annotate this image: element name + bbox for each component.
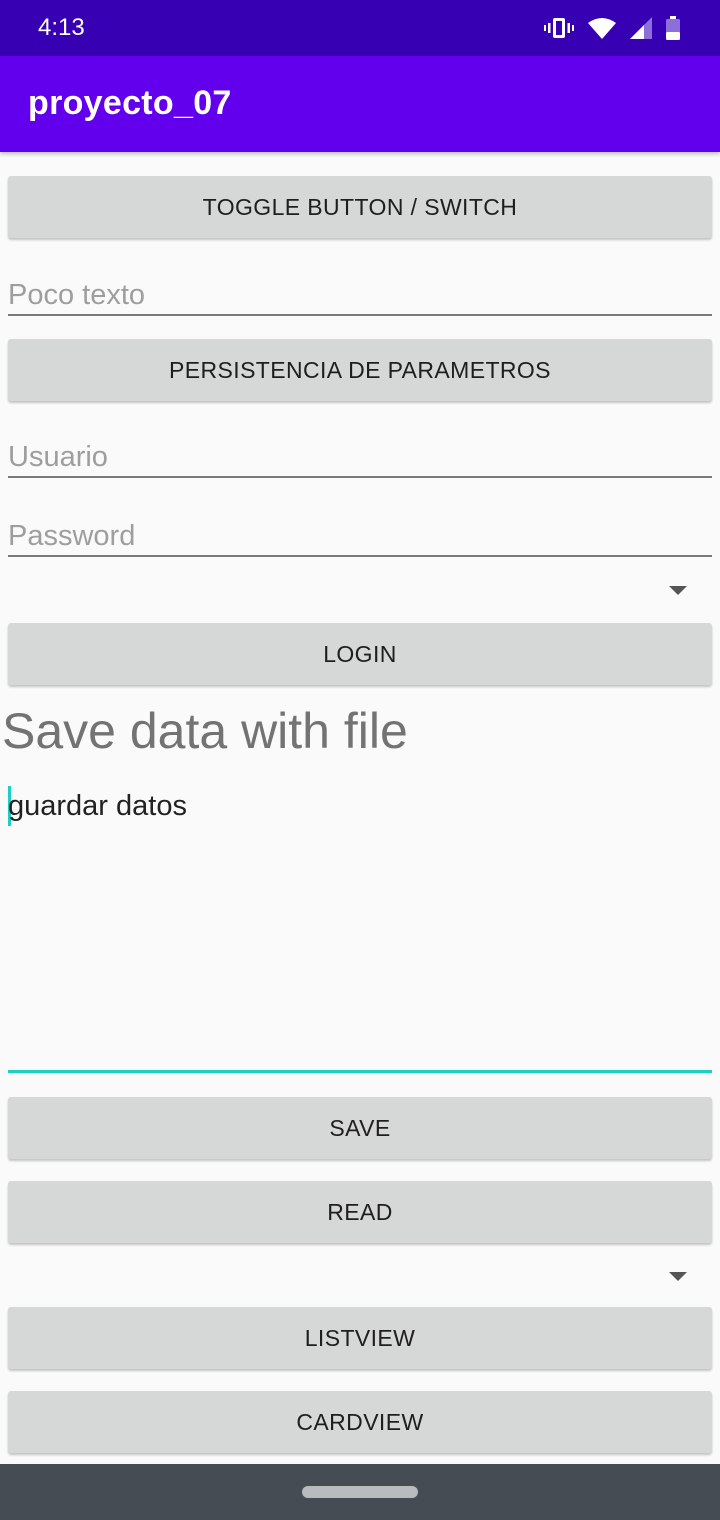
status-icons: [544, 15, 680, 41]
usuario-input[interactable]: [8, 441, 712, 474]
toggle-button-switch-button[interactable]: TOGGLE BUTTON / SWITCH: [8, 176, 712, 238]
battery-icon: [666, 16, 680, 40]
cardview-button[interactable]: CARDVIEW: [8, 1391, 712, 1453]
status-bar: 4:13: [0, 0, 720, 56]
password-field: [8, 505, 712, 557]
file-text-value: guardar datos: [8, 790, 187, 822]
save-button[interactable]: SAVE: [8, 1097, 712, 1159]
spinner-dropdown-2[interactable]: [8, 1252, 712, 1300]
file-text-area[interactable]: guardar datos: [8, 780, 712, 1073]
password-input[interactable]: [8, 520, 712, 553]
app-bar: proyecto_07: [0, 56, 720, 152]
listview-button[interactable]: LISTVIEW: [8, 1307, 712, 1369]
dropdown-arrow-icon: [669, 1272, 687, 1281]
home-gesture-pill[interactable]: [302, 1486, 418, 1498]
signal-icon: [630, 17, 652, 39]
wifi-icon: [588, 18, 616, 39]
app-title: proyecto_07: [28, 84, 232, 122]
spinner-dropdown-1[interactable]: [8, 566, 712, 614]
usuario-field: [8, 426, 712, 478]
read-button[interactable]: READ: [8, 1181, 712, 1243]
poco-texto-field: [8, 264, 712, 316]
vibrate-icon: [544, 18, 574, 38]
section-title: Save data with file: [2, 703, 408, 759]
poco-texto-input[interactable]: [8, 279, 712, 312]
navigation-bar: [0, 1464, 720, 1520]
persistencia-parametros-button[interactable]: PERSISTENCIA DE PARAMETROS: [8, 339, 712, 401]
dropdown-arrow-icon: [669, 586, 687, 595]
status-time: 4:13: [38, 14, 85, 41]
login-button[interactable]: LOGIN: [8, 623, 712, 685]
